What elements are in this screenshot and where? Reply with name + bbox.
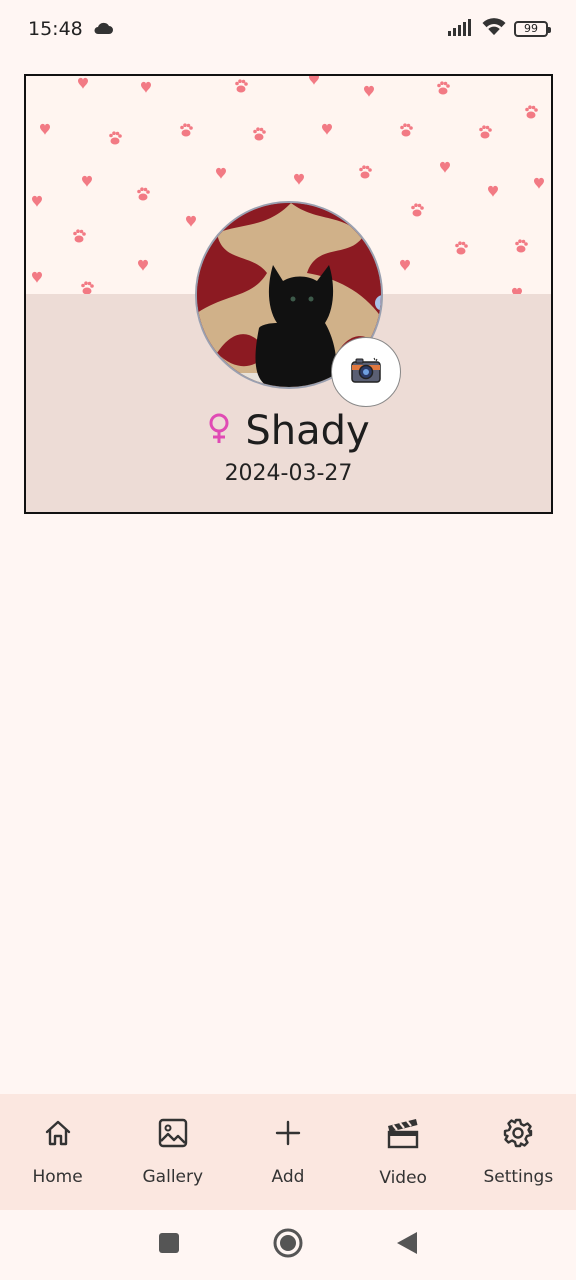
wifi-icon	[482, 18, 506, 40]
gear-icon	[503, 1118, 533, 1153]
change-photo-button[interactable]	[331, 337, 401, 407]
nav-label-gallery: Gallery	[142, 1166, 204, 1187]
nav-label-home: Home	[32, 1166, 83, 1187]
system-navigation-bar	[0, 1210, 576, 1280]
nav-label-add: Add	[271, 1166, 305, 1187]
pet-name: Shady	[245, 408, 370, 454]
female-icon	[207, 413, 231, 450]
nav-item-gallery[interactable]: Gallery	[115, 1118, 230, 1187]
nav-item-home[interactable]: Home	[0, 1118, 115, 1187]
nav-item-video[interactable]: Video	[346, 1117, 461, 1188]
name-row: Shady	[26, 408, 551, 454]
status-right: 99	[448, 18, 551, 40]
nav-item-settings[interactable]: Settings	[461, 1118, 576, 1187]
status-left: 15:48	[28, 18, 113, 40]
signal-icon	[448, 18, 474, 40]
nav-label-video: Video	[379, 1167, 427, 1188]
recents-button[interactable]	[157, 1231, 181, 1260]
pet-profile-card[interactable]: Shady 2024-03-27	[24, 74, 553, 514]
camera-icon	[351, 357, 381, 388]
clapperboard-icon	[386, 1117, 420, 1154]
nav-item-add[interactable]: Add	[230, 1118, 345, 1187]
status-bar: 15:48 99	[0, 0, 576, 58]
back-button[interactable]	[395, 1230, 419, 1261]
pet-birthdate: 2024-03-27	[224, 461, 353, 486]
nav-label-settings: Settings	[483, 1166, 554, 1187]
image-icon	[158, 1118, 188, 1153]
battery-icon: 99	[514, 21, 551, 37]
plus-icon	[273, 1118, 303, 1153]
home-icon	[43, 1118, 73, 1153]
home-button[interactable]	[273, 1228, 303, 1263]
avatar-wrap	[195, 201, 401, 407]
bottom-navigation: Home Gallery Add Video Settings	[0, 1094, 576, 1210]
cloud-icon	[93, 18, 113, 40]
status-time: 15:48	[28, 18, 83, 40]
